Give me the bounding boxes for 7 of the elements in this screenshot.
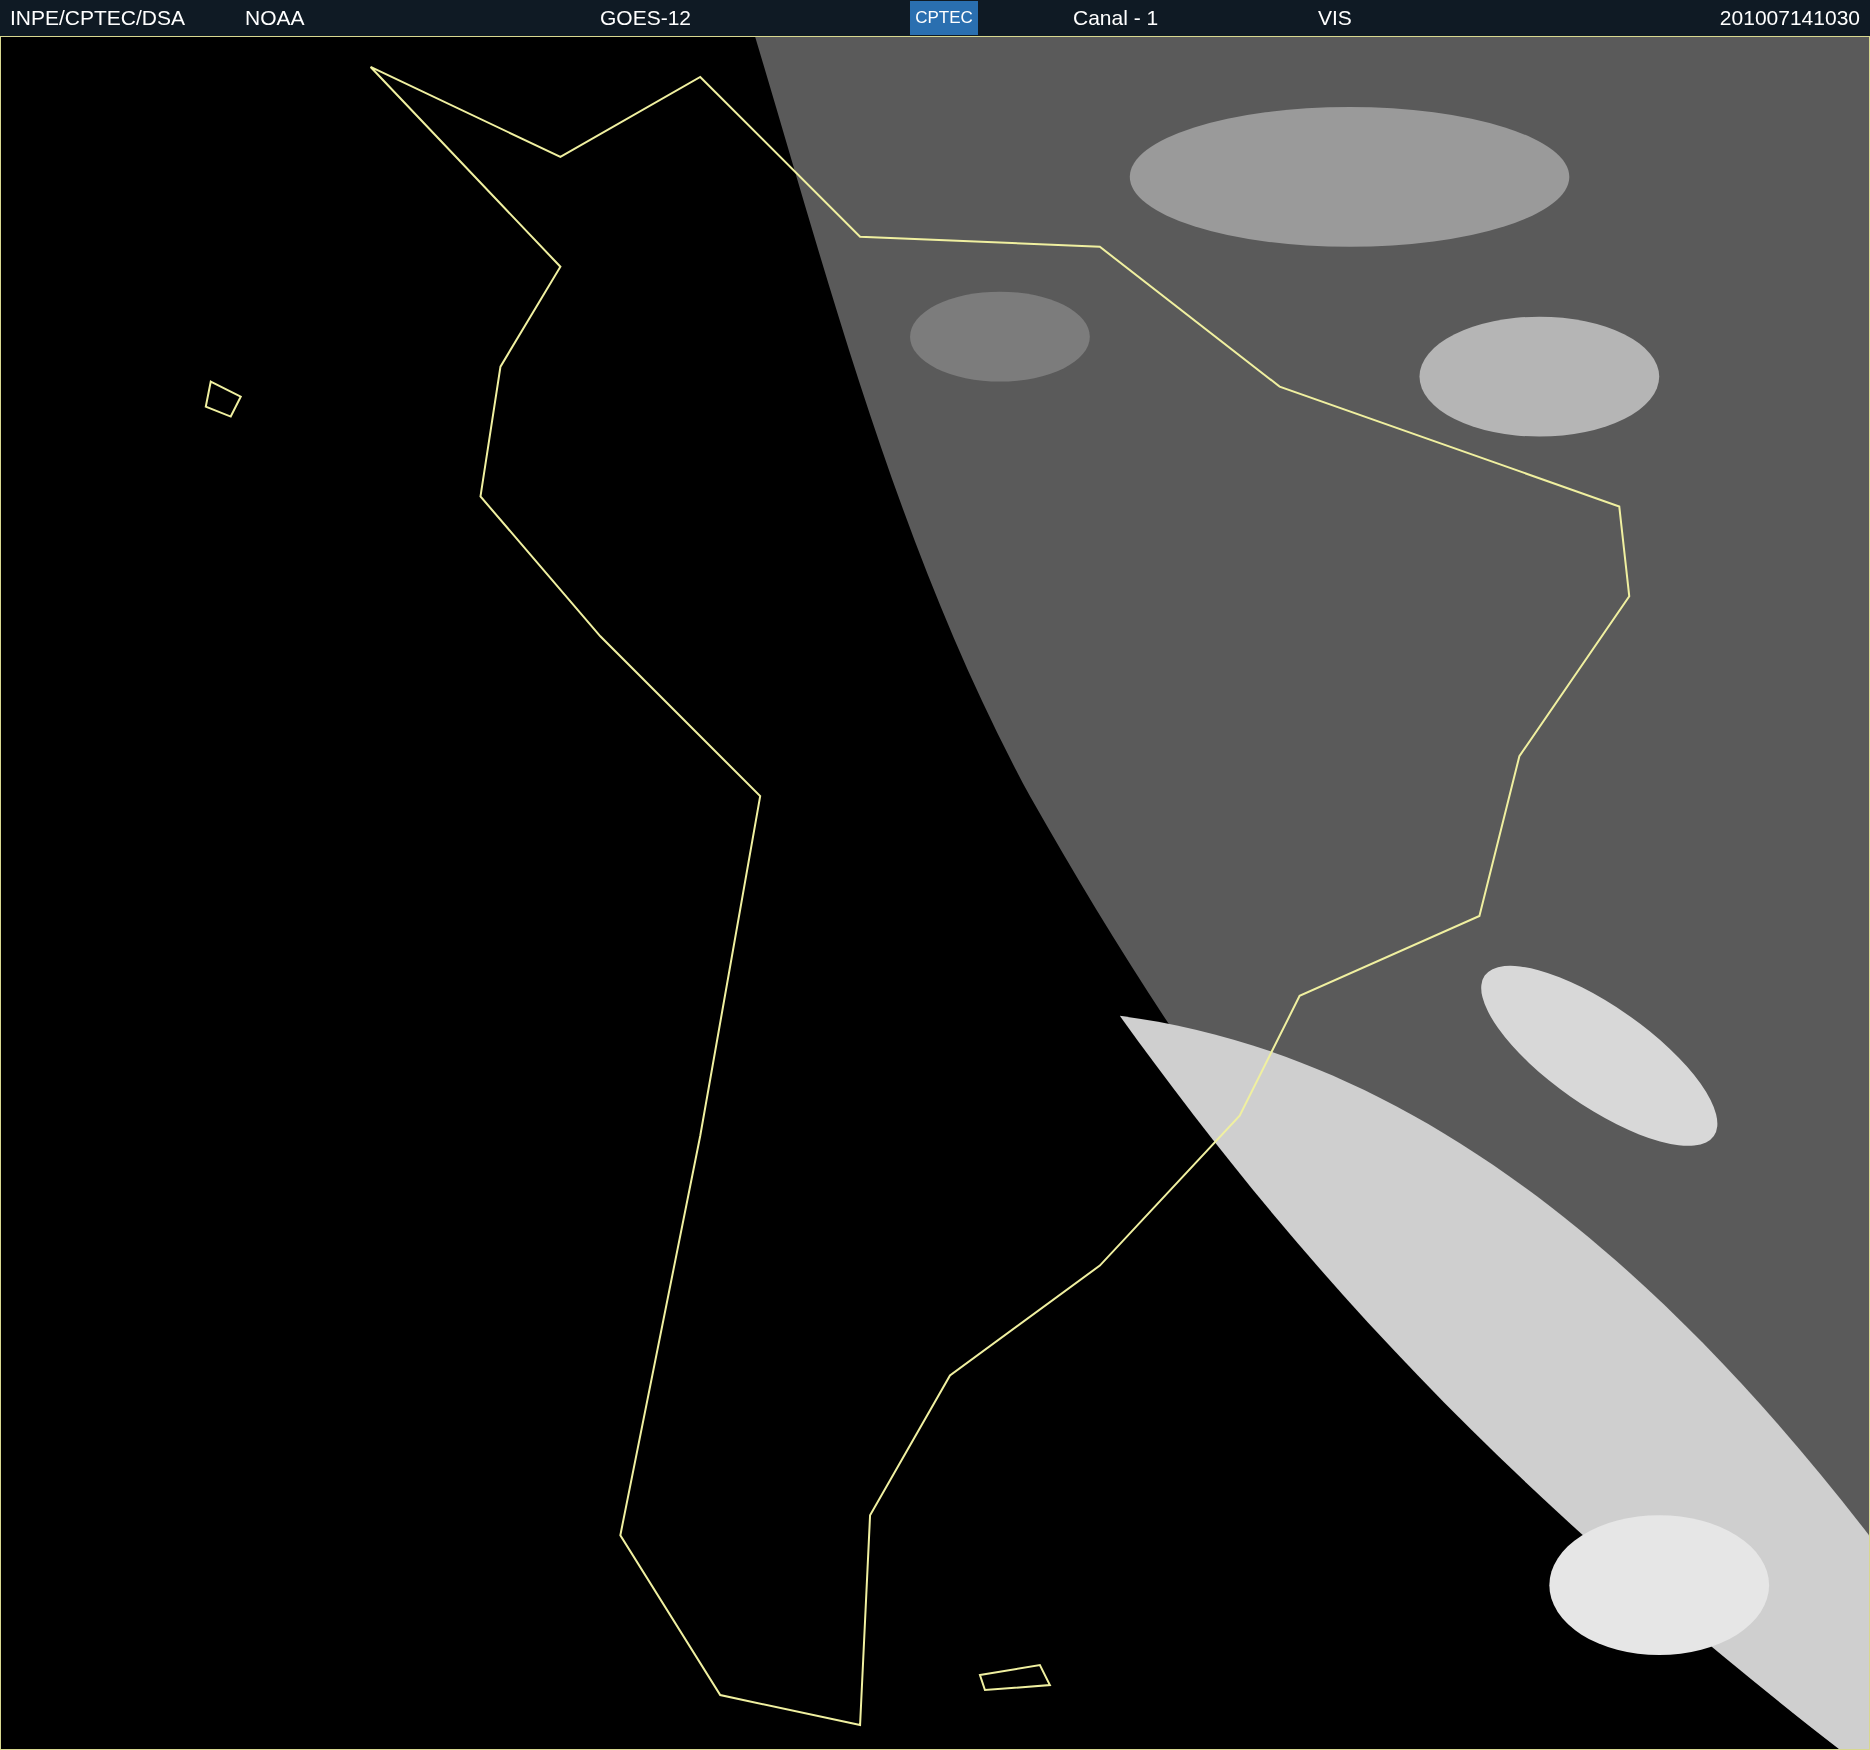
satellite-label: GOES-12 [600,5,693,32]
source-label: INPE/CPTEC/DSA [10,5,187,32]
timestamp-label: 201007141030 [1719,5,1860,32]
band-label: VIS [1318,5,1352,32]
logo: CPTEC [910,1,978,35]
channel-label: Canal - 1 [1073,5,1160,32]
agency-label: NOAA [245,5,306,32]
